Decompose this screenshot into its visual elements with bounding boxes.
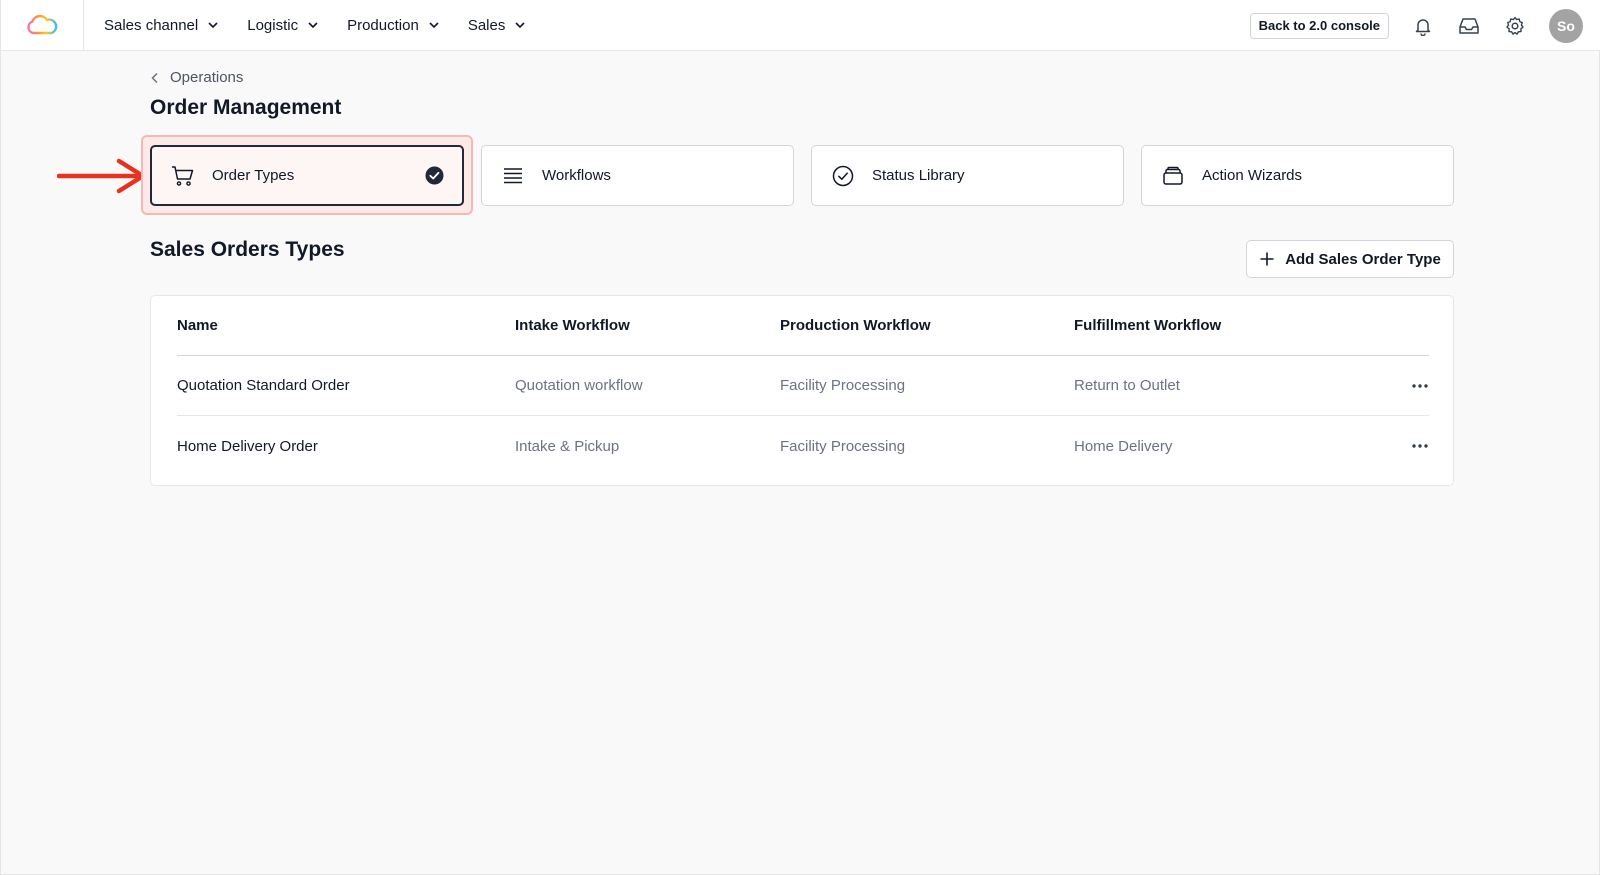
- cell-name: Home Delivery Order: [177, 437, 318, 455]
- table-row[interactable]: Home Delivery Order Intake & Pickup Faci…: [177, 416, 1429, 476]
- nav-logistic[interactable]: Logistic: [247, 17, 320, 34]
- chevron-down-icon: [208, 22, 218, 29]
- cart-icon: [170, 163, 196, 189]
- nav-label: Production: [347, 16, 419, 34]
- tab-action-wizards[interactable]: Action Wizards: [1141, 145, 1454, 206]
- more-options-icon[interactable]: [1394, 383, 1429, 389]
- back-to-console-button[interactable]: Back to 2.0 console: [1249, 12, 1389, 39]
- table-header-row: Name Intake Workflow Production Workflow…: [177, 296, 1429, 356]
- nav-label: Logistic: [247, 16, 299, 34]
- plus-icon: [1260, 252, 1274, 266]
- chevron-left-icon: [151, 72, 158, 83]
- nav-sales[interactable]: Sales: [468, 17, 528, 34]
- breadcrumb[interactable]: Operations: [150, 69, 243, 86]
- page-title: Order Management: [150, 96, 342, 119]
- cell-fulfillment-workflow: Home Delivery: [1074, 437, 1173, 455]
- breadcrumb-parent: Operations: [170, 69, 244, 86]
- nav-label: Sales: [467, 16, 506, 34]
- nav-production[interactable]: Production: [347, 17, 441, 34]
- cell-fulfillment-workflow: Return to Outlet: [1074, 377, 1180, 394]
- section-title: Sales Orders Types: [150, 238, 345, 261]
- annotation-arrow-icon: [57, 158, 146, 194]
- tab-label: Order Types: [212, 167, 295, 184]
- logo[interactable]: [1, 0, 84, 51]
- tab-order-types[interactable]: Order Types: [150, 145, 464, 206]
- inbox-icon[interactable]: [1457, 14, 1481, 38]
- tab-label: Action Wizards: [1202, 167, 1303, 184]
- chevron-down-icon: [308, 22, 318, 29]
- cloud-logo-icon: [27, 14, 58, 35]
- table-row[interactable]: Quotation Standard Order Quotation workf…: [177, 356, 1429, 416]
- tab-workflows[interactable]: Workflows: [481, 145, 794, 206]
- tab-label: Workflows: [542, 167, 611, 184]
- tab-status-library[interactable]: Status Library: [811, 145, 1124, 206]
- cell-intake-workflow: Intake & Pickup: [515, 437, 620, 455]
- cell-production-workflow: Facility Processing: [780, 377, 906, 394]
- app-window: Sales channel Logistic Production Sales …: [0, 0, 1600, 875]
- cell-name: Quotation Standard Order: [177, 377, 350, 394]
- column-header-production[interactable]: Production Workflow: [780, 317, 1074, 334]
- list-icon: [500, 163, 526, 189]
- more-options-icon[interactable]: [1394, 443, 1429, 449]
- column-header-fulfillment[interactable]: Fulfillment Workflow: [1074, 317, 1394, 334]
- avatar[interactable]: So: [1549, 8, 1583, 43]
- main-nav: Sales channel Logistic Production Sales: [104, 17, 554, 34]
- add-button-label: Add Sales Order Type: [1285, 250, 1441, 268]
- bell-icon[interactable]: [1411, 14, 1435, 38]
- stack-icon: [1160, 163, 1186, 189]
- chevron-down-icon: [429, 22, 439, 29]
- tab-label: Status Library: [872, 167, 965, 184]
- column-header-intake[interactable]: Intake Workflow: [515, 317, 780, 334]
- check-circle-icon: [830, 163, 856, 189]
- gear-icon[interactable]: [1503, 14, 1527, 38]
- cell-intake-workflow: Quotation workflow: [515, 377, 643, 394]
- column-header-name[interactable]: Name: [177, 317, 515, 334]
- cell-production-workflow: Facility Processing: [780, 437, 906, 455]
- check-circle-filled-icon: [425, 166, 444, 185]
- order-types-table: Name Intake Workflow Production Workflow…: [150, 295, 1454, 486]
- nav-label: Sales channel: [104, 16, 199, 34]
- nav-sales-channel[interactable]: Sales channel: [104, 17, 220, 34]
- top-navigation-bar: Sales channel Logistic Production Sales …: [1, 0, 1600, 51]
- top-right-actions: Back to 2.0 console So: [1249, 0, 1600, 51]
- add-sales-order-type-button[interactable]: Add Sales Order Type: [1246, 240, 1454, 278]
- chevron-down-icon: [515, 22, 525, 29]
